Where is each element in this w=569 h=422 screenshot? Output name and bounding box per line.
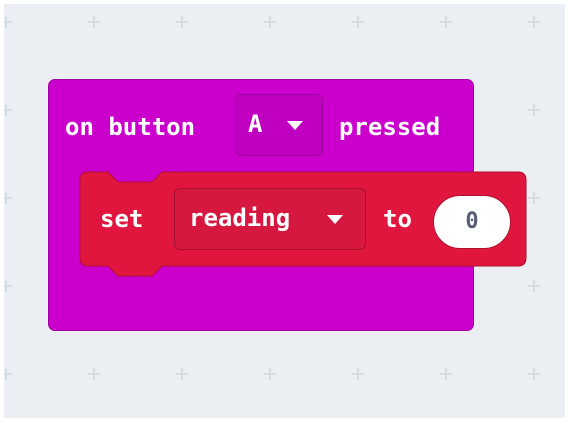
variable-name: reading — [189, 204, 291, 232]
value-input[interactable]: 0 — [433, 195, 511, 249]
grid-plus-mark — [88, 368, 100, 380]
grid-plus-mark — [528, 104, 540, 116]
button-choice-dropdown[interactable]: A — [235, 94, 323, 156]
grid-plus-mark — [88, 16, 100, 28]
code-workspace[interactable]: on button A pressed set reading to 0 — [4, 4, 565, 418]
caret-down-icon — [287, 121, 303, 130]
variable-dropdown[interactable]: reading — [174, 188, 366, 250]
caret-down-icon — [327, 215, 343, 224]
on-button-label: on button — [65, 113, 196, 141]
grid-plus-mark — [264, 16, 276, 28]
grid-plus-mark — [4, 368, 12, 380]
grid-plus-mark — [528, 192, 540, 204]
grid-plus-mark — [528, 368, 540, 380]
grid-plus-mark — [440, 16, 452, 28]
grid-plus-mark — [440, 368, 452, 380]
grid-plus-mark — [176, 16, 188, 28]
grid-plus-mark — [264, 368, 276, 380]
grid-plus-mark — [4, 192, 12, 204]
grid-plus-mark — [528, 16, 540, 28]
set-variable-block[interactable]: set reading to 0 — [79, 171, 527, 277]
grid-plus-mark — [4, 104, 12, 116]
grid-plus-mark — [4, 16, 12, 28]
button-choice-value: A — [248, 110, 263, 138]
pressed-label: pressed — [339, 113, 441, 141]
grid-plus-mark — [352, 368, 364, 380]
grid-plus-mark — [352, 16, 364, 28]
set-keyword: set — [100, 205, 144, 233]
grid-plus-mark — [528, 280, 540, 292]
grid-plus-mark — [176, 368, 188, 380]
to-keyword: to — [383, 205, 412, 233]
grid-plus-mark — [4, 280, 12, 292]
